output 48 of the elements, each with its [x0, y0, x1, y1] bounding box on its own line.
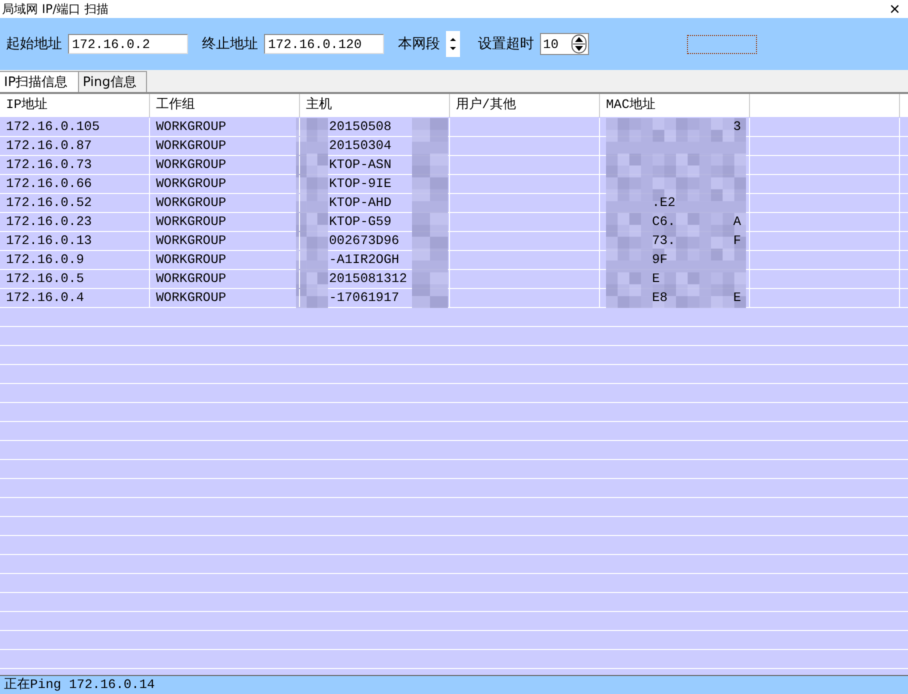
end-address-field[interactable]: 172.16.0.120 [264, 34, 384, 54]
table-cell: E [733, 289, 741, 307]
table-cell: 73. [652, 232, 676, 250]
window-title: 局域网 IP/端口 扫描 [1, 0, 108, 18]
table-cell: 20150304 [329, 138, 392, 153]
focus-frame [687, 34, 757, 54]
table-cell: 9F [652, 251, 668, 269]
table-cell: 172.16.0.4 [0, 289, 150, 307]
table-cell: 172.16.0.13 [0, 232, 150, 250]
table-cell: 172.16.0.23 [0, 213, 150, 231]
table-cell: E [652, 270, 660, 288]
field-label: 本网段 [398, 35, 440, 53]
table-cell: 002673D96 [329, 233, 400, 248]
table-cell: 172.16.0.66 [0, 175, 150, 193]
start-address-field[interactable]: 172.16.0.2 [68, 34, 188, 54]
table-cell: 172.16.0.73 [0, 156, 150, 174]
table-cell: A [733, 213, 741, 231]
tab[interactable]: IP扫描信息 [0, 71, 79, 92]
table-cell: 172.16.0.87 [0, 137, 150, 155]
close-button[interactable]: × [883, 1, 906, 17]
table-cell: KTOP-G59 [329, 214, 392, 229]
table-cell: 2015081312 [329, 271, 408, 286]
table-cell: -17061917 [329, 290, 400, 305]
column-header[interactable]: IP地址 [0, 94, 150, 117]
column-header[interactable]: 工作组 [150, 94, 300, 117]
column-header[interactable]: MAC地址 [600, 94, 750, 117]
field-label: 设置超时 [478, 35, 534, 53]
table-cell: C6. [652, 213, 676, 231]
tab[interactable]: Ping信息 [78, 71, 148, 92]
status-bar: 正在Ping 172.16.0.14 [0, 675, 908, 694]
table-cell: 3 [733, 118, 741, 136]
table-cell: KTOP-9IE [329, 176, 392, 191]
table-cell: 172.16.0.52 [0, 194, 150, 212]
table-cell: 172.16.0.105 [0, 118, 150, 136]
field-label: 终止地址 [202, 35, 258, 53]
table-cell: 20150508 [329, 119, 392, 134]
field-label: 起始地址 [6, 35, 62, 53]
table-cell: KTOP-AHD [329, 195, 392, 210]
table-cell: .E2 [652, 194, 676, 212]
column-header[interactable]: 用户/其他 [450, 94, 600, 117]
spin-arrows-icon[interactable] [446, 31, 460, 57]
table-cell: F [733, 232, 741, 250]
table-cell: 172.16.0.9 [0, 251, 150, 269]
table-cell: 172.16.0.5 [0, 270, 150, 288]
column-header[interactable]: 主机 [300, 94, 450, 117]
table-cell: E8 [652, 289, 668, 307]
table-cell: -A1IR2OGH [329, 252, 400, 267]
table-cell: KTOP-ASN [329, 157, 392, 172]
